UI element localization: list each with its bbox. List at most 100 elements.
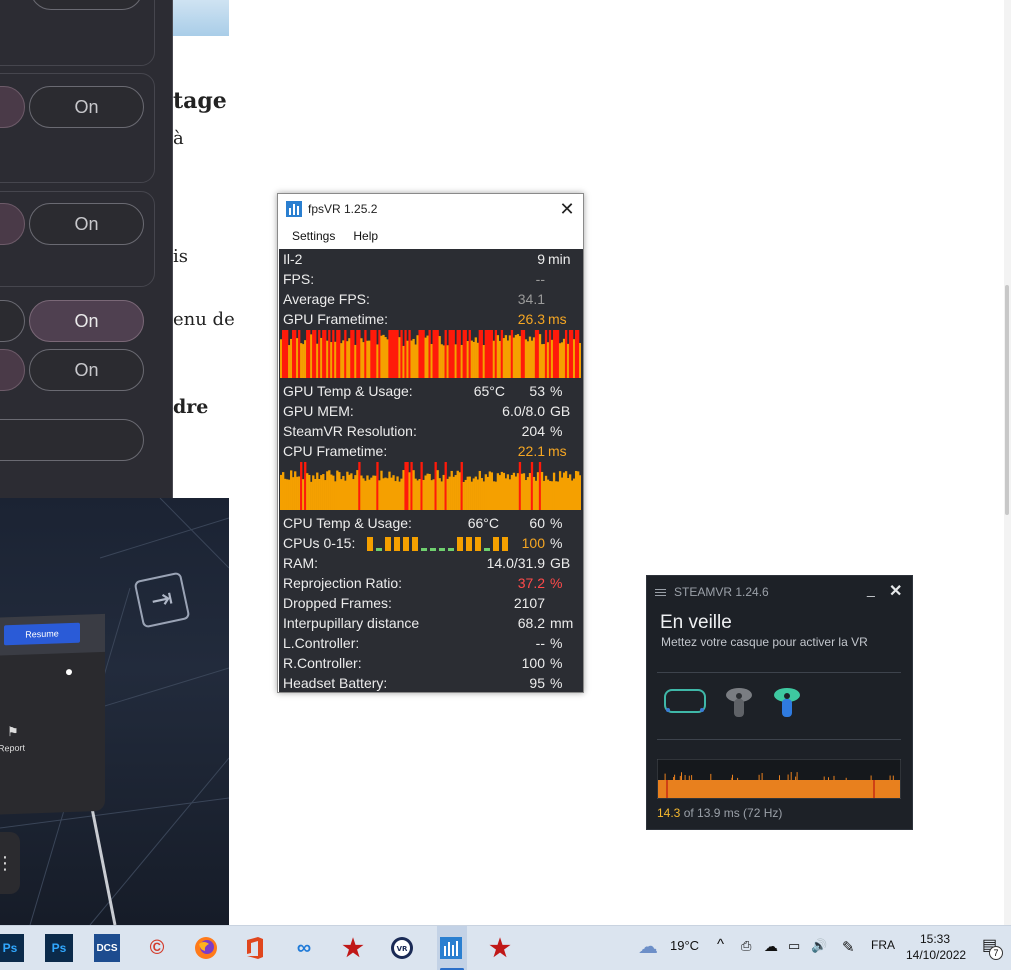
frametime-bar [458,472,461,510]
frametime-bar [432,479,435,510]
vr-card-header: Resume [0,613,105,657]
taskbar-firefox-icon[interactable] [192,934,220,962]
frametime-bar [448,476,451,510]
menu-help[interactable]: Help [353,229,378,243]
frametime-bar [416,335,419,378]
taskbar-red-star-icon[interactable]: ★ [486,934,514,962]
frametime-bar [532,337,536,378]
frametime-bar [430,343,433,378]
pen-icon[interactable]: ✎ [842,938,855,956]
frametime-bar [288,345,291,378]
frametime-bar [542,343,546,378]
toggle-on-button[interactable]: On [29,203,144,245]
exit-icon[interactable]: ⇥ [133,571,191,629]
network-icon[interactable]: ▭ [788,938,800,954]
toggle-off-button[interactable] [0,349,25,391]
frametime-bar [322,474,325,510]
frametime-bar [314,478,317,510]
stat-value: 95 [529,675,545,691]
frametime-bar [336,330,339,378]
resume-button[interactable]: Resume [4,622,80,646]
clock[interactable]: 15:33 14/10/2022 [906,931,966,963]
frametime-bar [328,470,331,510]
frametime-bar [422,330,425,378]
window-title: STEAMVR 1.24.6 [674,585,769,599]
frametime-bar [502,338,506,378]
frametime-bar [474,337,477,378]
stat-unit: min [548,251,571,267]
minimize-icon[interactable]: _ [867,581,875,597]
frametime-bar [340,343,343,378]
menu-icon[interactable] [655,587,666,598]
report-button[interactable]: Report [0,743,25,754]
frametime-bar [310,481,313,510]
close-icon[interactable]: ✕ [551,199,583,220]
stat-value: 37.2 [517,575,545,591]
scrollbar-thumb[interactable] [1005,285,1009,515]
more-icon[interactable]: ⋮ [0,832,20,894]
taskbar-office-icon[interactable] [241,934,269,962]
close-icon[interactable]: ✕ [889,581,902,601]
stat-row-game: Il-2 9 min [279,249,583,269]
toggle-on-button[interactable]: On [29,349,144,391]
taskbar-photoshop-icon[interactable]: Ps [45,934,73,962]
frametime-bar [356,470,359,510]
frametime-bar [408,472,411,510]
frametime-bar [404,330,407,378]
headset-icon[interactable] [664,689,706,713]
wide-pill-button[interactable] [0,419,144,461]
frametime-bar [488,471,491,510]
onedrive-icon[interactable]: ☁ [764,938,778,955]
frametime-bar [398,481,401,510]
stat-label: GPU MEM: [283,403,354,419]
toggle-on-button[interactable]: On [29,300,144,342]
volume-icon[interactable]: 🔊 [811,938,827,954]
stat-unit: % [550,515,563,531]
taskbar-ccleaner-icon[interactable]: © [143,934,171,962]
language-indicator[interactable]: FRA [871,938,895,952]
frametime-bar [508,335,512,378]
meet-now-icon[interactable]: ⎙ [741,938,751,954]
stat-row-right-controller: R.Controller: 100 % [279,653,583,673]
frametime-bar [368,479,371,510]
frametime-bar [492,481,496,510]
menu-settings[interactable]: Settings [292,229,335,243]
frametime-bar [462,330,465,378]
frametime-bar [420,330,423,378]
weather-temperature[interactable]: 19°C [670,938,699,953]
frametime-bar [330,474,333,510]
frametime-bar [410,462,413,510]
stat-label: CPU Frametime: [283,443,388,459]
stat-value: 6.0/8.0 [502,403,545,419]
frametime-bar [290,338,293,378]
controller-icon[interactable] [774,688,800,717]
frametime-bar [428,330,431,378]
frametime-bar [306,330,309,378]
stat-label: SteamVR Resolution: [283,423,417,439]
base-station-icon[interactable] [726,688,752,717]
toggle-label: On [74,359,99,380]
frametime-bar [388,330,391,378]
taskbar-vr-icon[interactable]: VR [388,934,416,962]
toggle-label: On [74,213,99,234]
frametime-bar [386,478,389,510]
toggle-on-button[interactable]: On [29,86,144,128]
toggle-pill[interactable] [30,0,143,10]
taskbar-oculus-icon[interactable]: ∞ [290,934,318,962]
frametime-bar [316,343,319,378]
show-hidden-icons-icon[interactable]: ^ [717,936,724,953]
frametime-bar [350,330,353,378]
frametime-bar [406,340,409,378]
taskbar-dcs-icon[interactable]: DCS [94,934,120,962]
taskbar-fpsvr-icon[interactable] [437,934,465,962]
frametime-bar [546,342,550,378]
frametime-bar [564,471,568,510]
toggle-off-button[interactable] [0,300,25,342]
weather-icon[interactable]: ☁ [638,934,658,959]
taskbar-photoshop-icon[interactable]: Ps [0,934,24,962]
frametime-bar [292,330,295,378]
frametime-bar [474,476,477,510]
frametime-bar [486,476,489,510]
frametime-bar [386,339,389,378]
taskbar-red-star-icon[interactable]: ★ [339,934,367,962]
